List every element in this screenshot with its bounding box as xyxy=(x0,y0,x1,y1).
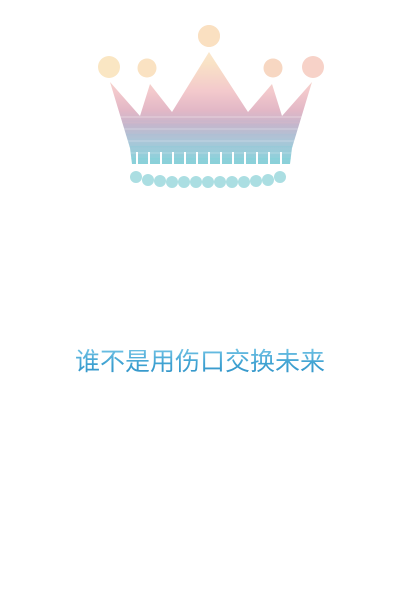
crown-image xyxy=(92,18,328,192)
quote-text: 谁不是用伤口交换未来 xyxy=(0,344,400,380)
crown-icon xyxy=(98,25,324,188)
